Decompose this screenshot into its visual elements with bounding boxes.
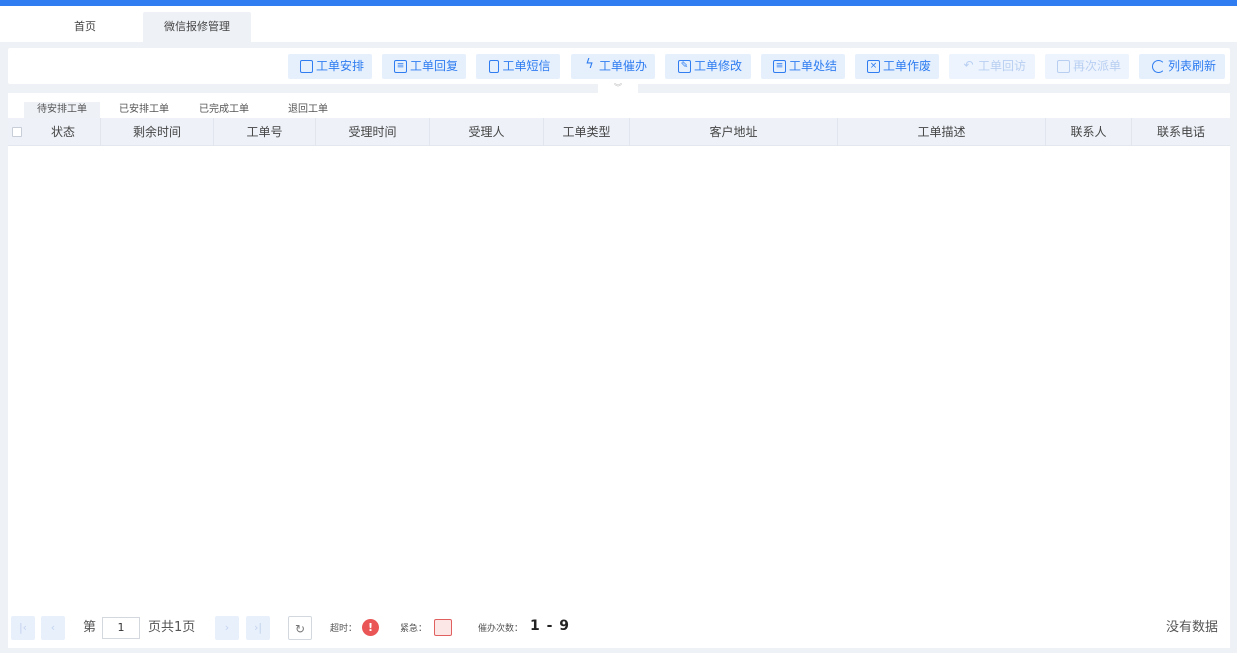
arrange-button[interactable]: 工单安排 [288,54,372,79]
reply-button[interactable]: ≡ 工单回复 [382,54,466,79]
refresh-list-button[interactable]: 列表刷新 [1139,54,1225,79]
refresh-page-icon[interactable]: ↻ [288,616,312,640]
finish-icon: ≡ [772,60,786,73]
empty-data-text: 没有数据 [1165,620,1218,635]
action-toolbar: 工单安排 ≡ 工单回复 工单短信 ϟ 工单催办 ✎ 工单修改 ≡ 工单处结 × 工单作废 … [8,48,1230,84]
tab-pending-orders[interactable]: 待安排工单 [24,102,100,118]
void-icon: × [866,60,880,73]
urge-count-label: 催办次数： [478,624,524,634]
redispatch-icon [1056,60,1070,73]
page-prefix: 第 [83,620,97,635]
tab-home[interactable]: 首页 [30,12,140,42]
sms-button[interactable]: 工单短信 [476,54,560,79]
overtime-label: 超时： [330,624,358,634]
pagination-bar: |‹ ‹ 第 1 页共1页 › ›| ↻ 超时： ! 紧急： 催办次数： 1 -… [8,613,1230,643]
urge-count-range: 1 - 9 [530,618,571,634]
last-page-icon[interactable]: ›| [246,616,270,640]
column-order-type[interactable]: 工单类型 [544,118,630,146]
tab-completed-orders[interactable]: 已完成工单 [190,102,258,118]
column-accept-time[interactable]: 受理时间 [316,118,430,146]
page-number-input[interactable]: 1 [102,617,140,639]
next-page-icon[interactable]: › [215,616,239,640]
table-header: 状态 剩余时间 工单号 受理时间 受理人 工单类型 客户地址 工单描述 联系人 … [8,118,1230,146]
tab-arranged-orders[interactable]: 已安排工单 [110,102,178,118]
edit-button[interactable]: ✎ 工单修改 [665,54,751,79]
column-status[interactable]: 状态 [26,118,101,146]
column-contact-phone[interactable]: 联系电话 [1132,118,1230,146]
page-total-text: 页共1页 [148,620,196,635]
urge-button[interactable]: ϟ 工单催办 [571,54,655,79]
revisit-button[interactable]: ↶ 工单回访 [949,54,1035,79]
phone-icon [489,60,500,73]
urgent-color-swatch [434,619,452,636]
arrange-icon [299,60,313,73]
edit-icon: ✎ [677,60,691,73]
column-order-number[interactable]: 工单号 [214,118,316,146]
column-customer-address[interactable]: 客户地址 [630,118,838,146]
tab-wechat-repair[interactable]: 微信报修管理 [143,12,251,42]
reply-icon: ≡ [393,60,407,73]
alarm-clock-icon: ! [362,619,379,636]
main-tab-bar: 首页 微信报修管理 [0,6,1237,42]
redispatch-button[interactable]: 再次派单 [1045,54,1129,79]
column-remaining-time[interactable]: 剩余时间 [101,118,214,146]
finish-button[interactable]: ≡ 工单处结 [761,54,845,79]
column-contact[interactable]: 联系人 [1046,118,1132,146]
undo-icon: ↶ [963,58,974,72]
column-acceptor[interactable]: 受理人 [430,118,544,146]
prev-page-icon[interactable]: ‹ [41,616,65,640]
first-page-icon[interactable]: |‹ [11,616,35,640]
select-all-checkbox[interactable] [12,127,22,137]
urgent-label: 紧急： [400,624,428,634]
void-button[interactable]: × 工单作废 [855,54,939,79]
tab-returned-orders[interactable]: 退回工单 [278,102,338,118]
refresh-icon [1151,60,1165,73]
column-order-description[interactable]: 工单描述 [838,118,1046,146]
work-order-panel: 待安排工单 已安排工单 已完成工单 退回工单 状态 剩余时间 工单号 受理时间 … [8,93,1230,648]
lightning-icon: ϟ [585,57,594,72]
